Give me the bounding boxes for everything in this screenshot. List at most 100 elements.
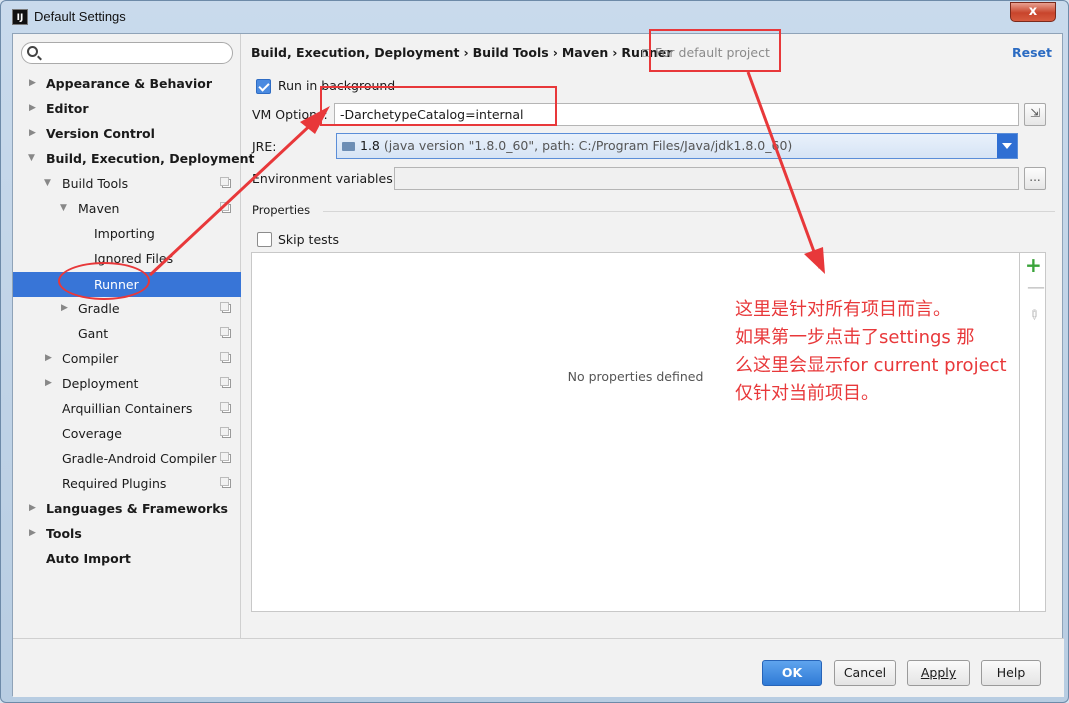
sidebar-item-label: Importing <box>94 226 155 241</box>
chevron-right-icon: ▶ <box>29 78 36 88</box>
run-in-background-checkbox[interactable] <box>256 79 271 94</box>
close-button[interactable]: x <box>1010 2 1056 22</box>
chevron-right-icon: ▶ <box>29 528 36 538</box>
sidebar-item-label: Gradle-Android Compiler <box>62 451 217 466</box>
ok-button[interactable]: OK <box>762 660 822 686</box>
annotation-runner-highlight <box>58 262 150 300</box>
sidebar-item-maven[interactable]: ▼ Maven <box>13 196 241 221</box>
sidebar-item-label: Auto Import <box>46 551 131 566</box>
sidebar-item-label: Editor <box>46 101 89 116</box>
jre-select[interactable]: 1.8 (java version "1.8.0_60", path: C:/P… <box>336 133 1018 159</box>
sidebar-item-gradle-android-compiler[interactable]: Gradle-Android Compiler <box>13 446 241 471</box>
annotation-line: 这里是针对所有项目而言。 <box>735 299 951 320</box>
sidebar-item-label: Maven <box>78 201 120 216</box>
sidebar-item-gradle[interactable]: ▶ Gradle <box>13 296 241 321</box>
chevron-right-icon: ▶ <box>45 353 52 363</box>
breadcrumb: Build, Execution, Deployment › Build Tools… <box>251 45 672 60</box>
env-vars-input[interactable] <box>394 167 1019 190</box>
search-input[interactable] <box>21 42 233 64</box>
jdk-folder-icon <box>342 142 355 151</box>
breadcrumb-separator: › <box>463 45 469 60</box>
sidebar-item-label: Appearance & Behavior <box>46 76 212 91</box>
chevron-down-icon: ▼ <box>44 178 51 188</box>
annotation-line: 么这里会显示for current project <box>735 355 1007 376</box>
skip-tests-checkbox[interactable] <box>257 232 272 247</box>
apply-button[interactable]: Apply <box>907 660 970 686</box>
reset-link[interactable]: Reset <box>1012 45 1052 60</box>
breadcrumb-item: Build Tools <box>472 45 549 60</box>
sidebar-item-version-control[interactable]: ▶ Version Control <box>13 121 241 146</box>
sidebar-item-label: Tools <box>46 526 82 541</box>
sidebar-item-editor[interactable]: ▶ Editor <box>13 96 241 121</box>
chevron-right-icon: ▶ <box>29 503 36 513</box>
breadcrumb-item: Build, Execution, Deployment <box>251 45 460 60</box>
breadcrumb-item: Maven <box>561 45 609 60</box>
env-vars-label: Environment variables: <box>252 171 397 186</box>
chevron-right-icon: ▶ <box>45 378 52 388</box>
annotation-line: 如果第一步点击了settings 那 <box>735 327 975 348</box>
breadcrumb-separator: › <box>612 45 618 60</box>
sidebar-item-label: Version Control <box>46 126 155 141</box>
skip-tests-label: Skip tests <box>278 232 340 247</box>
chevron-right-icon: ▶ <box>29 128 36 138</box>
annotation-vm-options-highlight <box>320 86 557 126</box>
sidebar-item-gant[interactable]: Gant <box>13 321 241 346</box>
properties-section-title: Properties <box>252 203 311 217</box>
project-scope-icon <box>220 377 231 388</box>
sidebar-item-label: Languages & Frameworks <box>46 501 228 516</box>
sidebar-item-tools[interactable]: ▶ Tools <box>13 521 241 546</box>
remove-icon[interactable]: — <box>1027 279 1045 297</box>
project-scope-icon <box>220 427 231 438</box>
sidebar-item-arquillian-containers[interactable]: Arquillian Containers <box>13 396 241 421</box>
annotation-note: 这里是针对所有项目而言。 如果第一步点击了settings 那 么这里会显示fo… <box>735 296 1055 408</box>
sidebar-item-build-execution-deployment[interactable]: ▼ Build, Execution, Deployment <box>13 146 254 171</box>
sidebar-item-compiler[interactable]: ▶ Compiler <box>13 346 241 371</box>
chevron-right-icon: ▶ <box>61 303 68 313</box>
chevron-down-icon: ▼ <box>60 203 67 213</box>
sidebar-item-label: Gant <box>78 326 109 341</box>
sidebar-item-label: Coverage <box>62 426 122 441</box>
sidebar-item-languages-frameworks[interactable]: ▶ Languages & Frameworks <box>13 496 241 521</box>
jre-label: JRE: <box>252 139 277 154</box>
search-icon <box>27 46 38 57</box>
sidebar-item-label: Compiler <box>62 351 119 366</box>
project-scope-icon <box>220 477 231 488</box>
project-scope-icon <box>220 302 231 313</box>
section-divider <box>323 211 1055 212</box>
chevron-down-icon: ▼ <box>28 153 35 163</box>
chevron-right-icon: ▶ <box>29 103 36 113</box>
project-scope-icon <box>220 327 231 338</box>
help-button[interactable]: Help <box>981 660 1041 686</box>
sidebar-item-label: Build, Execution, Deployment <box>46 151 255 166</box>
sidebar-item-label: Arquillian Containers <box>62 401 193 416</box>
dialog-footer: OK Cancel Apply Help <box>13 638 1064 697</box>
sidebar-item-coverage[interactable]: Coverage <box>13 421 241 446</box>
vm-options-label: VM Options: <box>252 107 328 122</box>
sidebar-item-auto-import[interactable]: Auto Import <box>13 546 241 571</box>
project-scope-icon <box>220 452 231 463</box>
expand-editor-button[interactable]: ⇲ <box>1024 103 1046 126</box>
project-scope-icon <box>220 177 231 188</box>
sidebar-item-appearance-behavior[interactable]: ▶ Appearance & Behavior <box>13 71 241 96</box>
sidebar-item-importing[interactable]: Importing <box>13 221 241 246</box>
sidebar-item-build-tools[interactable]: ▼ Build Tools <box>13 171 241 196</box>
sidebar-item-label: Build Tools <box>62 176 129 191</box>
annotation-scope-highlight <box>649 29 781 72</box>
sidebar-item-required-plugins[interactable]: Required Plugins <box>13 471 241 496</box>
env-vars-browse-button[interactable]: ... <box>1024 167 1046 190</box>
sidebar-item-deployment[interactable]: ▶ Deployment <box>13 371 241 396</box>
jre-version: 1.8 <box>360 138 380 153</box>
annotation-line: 仅针对当前项目。 <box>735 383 879 404</box>
project-scope-icon <box>220 202 231 213</box>
window-title: Default Settings <box>34 9 126 24</box>
breadcrumb-separator: › <box>552 45 558 60</box>
cancel-button[interactable]: Cancel <box>834 660 896 686</box>
project-scope-icon <box>220 402 231 413</box>
sidebar-item-label: Deployment <box>62 376 139 391</box>
jre-path: (java version "1.8.0_60", path: C:/Progr… <box>383 138 793 153</box>
title-bar[interactable]: IJ Default Settings x <box>1 1 1068 33</box>
intellij-app-icon: IJ <box>12 9 28 25</box>
add-icon[interactable]: + <box>1025 255 1042 275</box>
chevron-down-icon[interactable] <box>997 134 1017 158</box>
sidebar-item-label: Required Plugins <box>62 476 167 491</box>
